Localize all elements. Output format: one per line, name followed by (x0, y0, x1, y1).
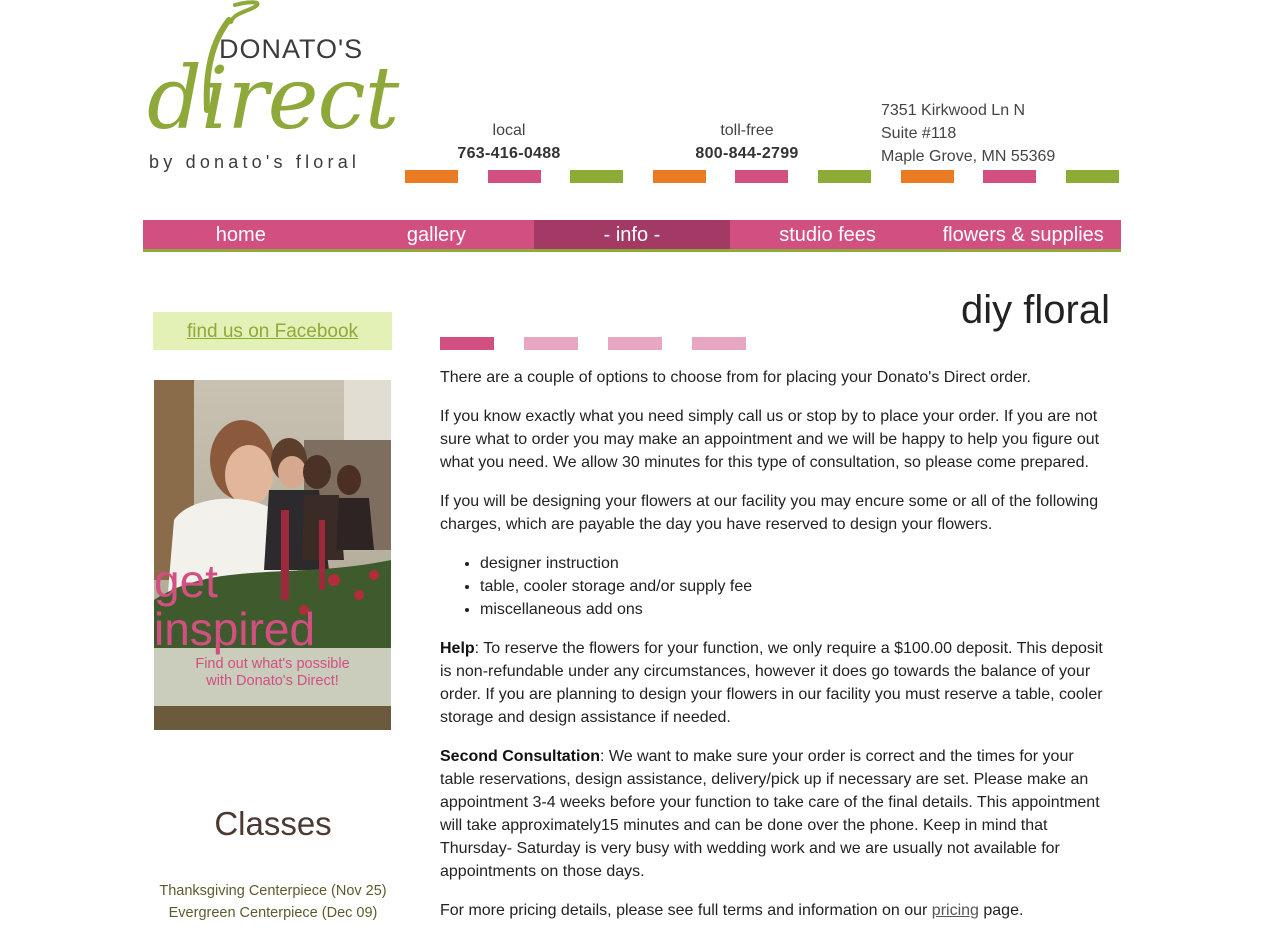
nav-flowers-supplies[interactable]: flowers & supplies (925, 220, 1121, 249)
header-stripe-orange (405, 170, 458, 183)
store-address: 7351 Kirkwood Ln N Suite #118 Maple Grov… (881, 99, 1055, 168)
header-stripe-pink (488, 170, 541, 183)
list-item: miscellaneous add ons (480, 598, 1112, 621)
promo-caption-line: with Donato's Direct! (206, 673, 339, 689)
nav-info[interactable]: - info - (534, 220, 730, 249)
local-contact: local 763-416-0488 (409, 121, 609, 167)
pricing-suffix: page. (978, 902, 1024, 919)
title-stripe (608, 337, 662, 350)
charges-paragraph: If you will be designing your flowers at… (440, 493, 1099, 533)
header-stripe-pink (735, 170, 788, 183)
promo-caption-line: Find out what's possible (195, 656, 350, 672)
nav-studio-fees[interactable]: studio fees (730, 220, 926, 249)
page-title: diy floral (961, 288, 1110, 332)
address-line: 7351 Kirkwood Ln N (881, 102, 1026, 119)
main-nav: home gallery - info - studio fees flower… (143, 220, 1121, 252)
order-paragraph: If you know exactly what you need simply… (440, 408, 1100, 471)
address-line: Maple Grove, MN 55369 (881, 148, 1056, 165)
header-stripe-green (818, 170, 871, 183)
tollfree-phone: 800-844-2799 (695, 145, 799, 162)
tollfree-contact: toll-free 800-844-2799 (647, 121, 847, 167)
local-label: local (492, 122, 526, 139)
header-stripe-orange (901, 170, 954, 183)
main-content: There are a couple of options to choose … (440, 366, 1112, 938)
get-inspired-banner[interactable]: get inspired Find out what's possible wi… (154, 380, 391, 730)
title-stripe (440, 337, 494, 350)
title-stripe (524, 337, 578, 350)
pricing-prefix: For more pricing details, please see ful… (440, 902, 932, 919)
classes-heading: Classes (214, 805, 332, 842)
list-item: table, cooler storage and/or supply fee (480, 575, 1112, 598)
logo-wordmark-main: direct (147, 49, 399, 149)
title-stripe (692, 337, 746, 350)
class-link[interactable]: Thanksgiving Centerpiece (Nov 25) (153, 880, 393, 902)
header-stripe-orange (653, 170, 706, 183)
second-consultation-label: Second Consultation (440, 748, 600, 765)
header-stripe-green (1066, 170, 1119, 183)
intro-paragraph: There are a couple of options to choose … (440, 369, 1031, 386)
local-phone: 763-416-0488 (457, 145, 561, 162)
promo-caption: Find out what's possible with Donato's D… (154, 656, 391, 690)
nav-gallery[interactable]: gallery (339, 220, 535, 249)
pricing-link[interactable]: pricing (932, 902, 979, 919)
address-line: Suite #118 (881, 125, 957, 142)
tollfree-label: toll-free (720, 122, 774, 139)
header-stripe-green (570, 170, 623, 183)
site-logo[interactable]: DONATO'S direct by donato's floral (143, 0, 399, 180)
nav-home[interactable]: home (143, 220, 339, 249)
promo-headline-1: get (154, 555, 218, 607)
header-stripe-pink (983, 170, 1036, 183)
facebook-box: find us on Facebook (153, 312, 392, 350)
classes-list: Thanksgiving Centerpiece (Nov 25) Evergr… (153, 880, 393, 924)
facebook-link[interactable]: find us on Facebook (187, 321, 358, 342)
help-label: Help (440, 640, 475, 657)
help-text: : To reserve the flowers for your functi… (440, 640, 1103, 726)
second-consultation-paragraph: Second Consultation: We want to make sur… (440, 745, 1112, 883)
logo-tagline: by donato's floral (149, 152, 361, 172)
second-consultation-text: : We want to make sure your order is cor… (440, 748, 1100, 880)
promo-headline-2: inspired (154, 603, 316, 655)
list-item: designer instruction (480, 552, 1112, 575)
charges-list: designer instruction table, cooler stora… (440, 552, 1112, 621)
help-paragraph: Help: To reserve the flowers for your fu… (440, 637, 1112, 729)
class-link[interactable]: Evergreen Centerpiece (Dec 09) (153, 902, 393, 924)
